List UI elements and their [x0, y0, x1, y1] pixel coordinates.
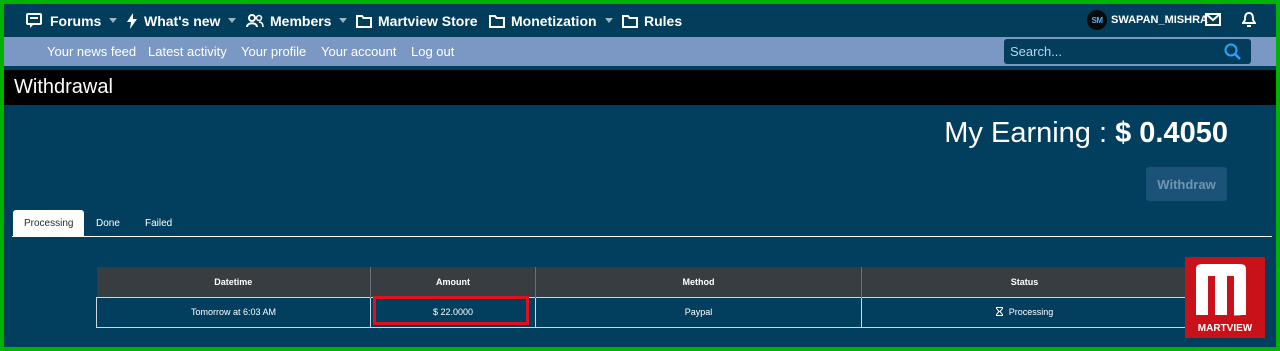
- earning-display: My Earning : $ 0.4050: [944, 117, 1228, 150]
- username[interactable]: SWAPAN_MISHRA: [1111, 14, 1208, 26]
- table-row: Tomorrow at 6:03 AM $ 22.0000 Paypal Pro…: [96, 295, 1188, 328]
- withdraw-button[interactable]: Withdraw: [1146, 167, 1227, 201]
- earning-value: $ 0.4050: [1115, 117, 1228, 149]
- cell-method: Paypal: [535, 296, 862, 328]
- highlight-box: [373, 295, 529, 325]
- folder-icon: [489, 14, 505, 28]
- status-value: Processing: [1008, 307, 1054, 317]
- cell-datetime: Tomorrow at 6:03 AM: [96, 296, 371, 328]
- link-your-account[interactable]: Your account: [321, 37, 396, 66]
- nav-forums[interactable]: Forums: [26, 4, 118, 37]
- members-icon: [246, 13, 264, 27]
- nav-monetization-label: Monetization: [511, 12, 597, 29]
- withdrawal-table: Datetime Amount Method Status Tomorrow a…: [96, 267, 1188, 328]
- header-status: Status: [861, 267, 1188, 297]
- folder-icon: [622, 14, 638, 28]
- cell-status: Processing: [861, 296, 1188, 328]
- logo-forum-text: FORUM: [1232, 279, 1242, 317]
- header-amount: Amount: [370, 267, 536, 297]
- tab-processing[interactable]: Processing: [13, 210, 85, 237]
- nav-members[interactable]: Members: [246, 4, 348, 37]
- header-datetime: Datetime: [96, 267, 371, 297]
- link-log-out[interactable]: Log out: [411, 37, 454, 66]
- search-box: [1004, 39, 1251, 64]
- earning-label: My Earning :: [944, 117, 1116, 149]
- cell-amount: $ 22.0000: [370, 295, 536, 328]
- tab-done[interactable]: Done: [85, 210, 131, 237]
- chevron-down-icon[interactable]: [604, 18, 613, 23]
- status-tabs: Processing Done Failed: [12, 210, 1272, 237]
- mail-icon[interactable]: [1205, 13, 1221, 26]
- nav-monetization[interactable]: Monetization: [489, 4, 613, 37]
- link-your-profile[interactable]: Your profile: [241, 37, 306, 66]
- forums-icon: [26, 12, 42, 28]
- title-bar: Withdrawal: [4, 70, 1276, 105]
- tab-failed[interactable]: Failed: [134, 210, 183, 237]
- link-latest-activity[interactable]: Latest activity: [148, 37, 227, 66]
- user-menu[interactable]: SM SWAPAN_MISHRA: [1087, 10, 1208, 30]
- hourglass-icon: [995, 307, 1003, 316]
- page-title: Withdrawal: [14, 76, 113, 98]
- nav-rules[interactable]: Rules: [622, 4, 682, 37]
- page-frame: Forums What's new Members Martview Store…: [4, 4, 1276, 347]
- search-input[interactable]: [1004, 39, 1214, 64]
- link-news-feed[interactable]: Your news feed: [47, 37, 136, 66]
- header-method: Method: [535, 267, 862, 297]
- nav-martview-store[interactable]: Martview Store: [356, 4, 478, 37]
- logo-brand-text: MARTVIEW: [1197, 323, 1253, 334]
- top-navigation: Forums What's new Members Martview Store…: [4, 4, 1276, 37]
- chevron-down-icon[interactable]: [228, 18, 237, 23]
- chevron-down-icon[interactable]: [109, 18, 118, 23]
- bolt-icon: [127, 12, 137, 29]
- avatar[interactable]: SM: [1087, 10, 1107, 30]
- folder-icon: [356, 14, 372, 28]
- chevron-down-icon[interactable]: [339, 18, 348, 23]
- nav-forums-label: Forums: [50, 12, 102, 29]
- nav-whats-new-label: What's new: [144, 12, 221, 29]
- sub-navigation: Your news feed Latest activity Your prof…: [4, 37, 1276, 66]
- nav-rules-label: Rules: [644, 12, 683, 29]
- nav-members-label: Members: [270, 12, 332, 29]
- table-header-row: Datetime Amount Method Status: [96, 267, 1188, 297]
- search-icon[interactable]: [1224, 43, 1242, 61]
- nav-martview-store-label: Martview Store: [378, 12, 478, 29]
- bell-icon[interactable]: [1242, 12, 1256, 28]
- nav-whats-new[interactable]: What's new: [126, 4, 237, 37]
- martview-forum-logo: FORUM MARTVIEW: [1185, 257, 1265, 338]
